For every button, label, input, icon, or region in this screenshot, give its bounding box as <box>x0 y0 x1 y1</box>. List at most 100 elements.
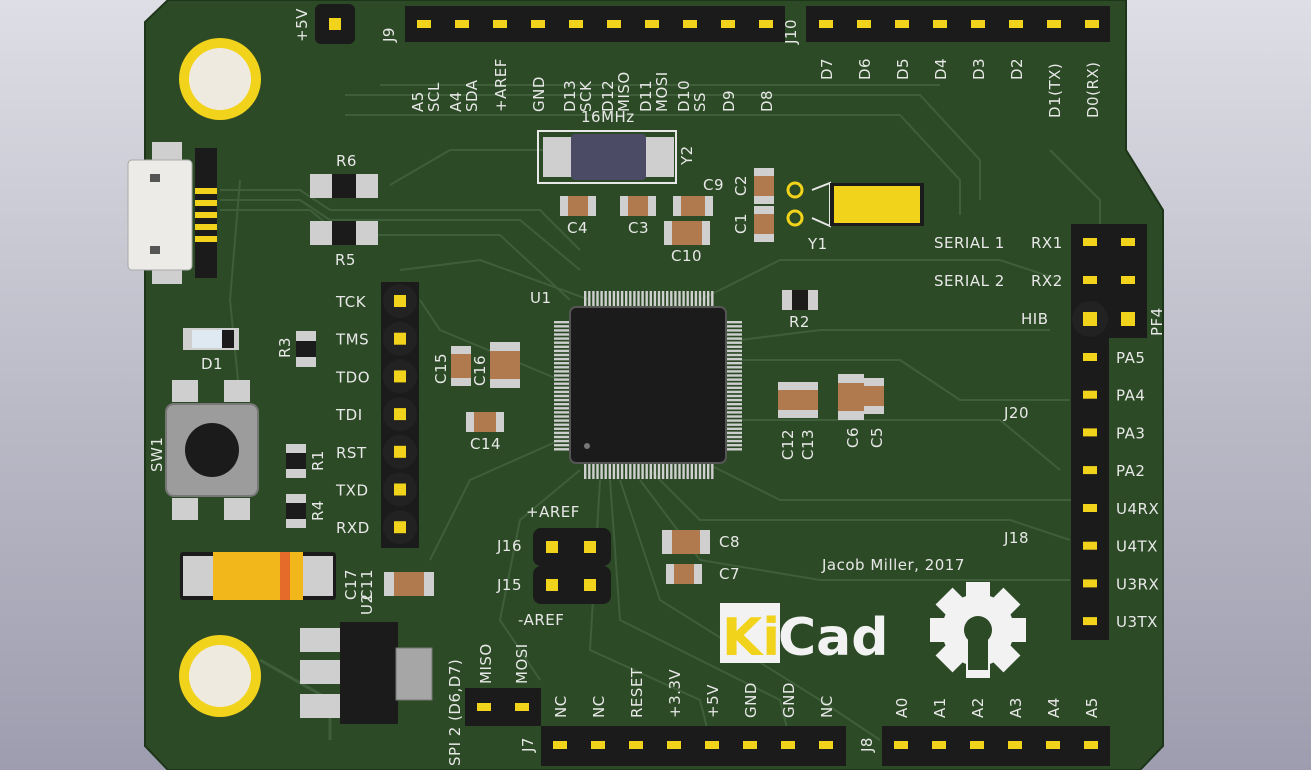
u1-pin <box>657 463 661 479</box>
header-pin <box>1047 20 1061 28</box>
pin <box>1083 276 1097 284</box>
u1-pin <box>604 463 607 479</box>
u1-pin <box>584 463 587 479</box>
j7-ref: J7 <box>519 737 537 753</box>
u1-pin <box>584 291 587 307</box>
j9-pin-label: SDA <box>463 79 481 112</box>
c2-ref: C2 <box>732 175 750 196</box>
header-pin <box>743 741 757 749</box>
j8-ref: J8 <box>858 737 876 753</box>
capacitor-c9 <box>673 196 713 216</box>
u1-pin <box>554 370 570 373</box>
u1-pin <box>554 349 570 353</box>
u1-pin <box>726 427 742 430</box>
j10-pin-label: D3 <box>970 58 988 80</box>
resistor-r4 <box>286 494 306 528</box>
u1-pin <box>711 463 714 479</box>
u1-pin <box>694 291 698 307</box>
kicad-ki: Ki <box>722 608 780 668</box>
u1-pin <box>641 291 644 307</box>
u1-pin <box>625 291 628 307</box>
j8-pin-label: A3 <box>1007 697 1025 718</box>
u1-pin <box>653 463 657 479</box>
jtag-pin-label: TCK <box>335 293 367 311</box>
j7-pin-label: GND <box>780 682 798 718</box>
u1-pin <box>554 378 570 381</box>
capacitor-c13 <box>798 382 818 418</box>
u1-pin <box>674 291 677 307</box>
kicad-cad: Cad <box>778 608 888 668</box>
usb-connector[interactable] <box>127 142 217 284</box>
jtag-pin-label: RXD <box>336 519 370 537</box>
j10-pin-label: D2 <box>1008 58 1026 80</box>
u1-pin <box>649 463 652 479</box>
header-pin <box>493 20 507 28</box>
u1-pin <box>554 390 570 394</box>
u1-pin <box>600 463 603 479</box>
j18-pin-label: U3RX <box>1116 575 1159 593</box>
jtag-pin-label: TMS <box>335 331 369 349</box>
power-5v-pin[interactable] <box>315 4 355 44</box>
u1-pin1-dot <box>584 443 590 449</box>
u1-pin <box>604 291 607 307</box>
u1-pin <box>554 403 570 406</box>
jtag-pin <box>394 521 406 534</box>
j20-pin <box>1083 428 1097 437</box>
u1-pin <box>726 407 742 410</box>
u1-pin <box>554 374 570 377</box>
j10-pin-label: D1(TX) <box>1046 63 1064 118</box>
serial-header[interactable] <box>1071 224 1147 300</box>
jumper-j16[interactable] <box>533 528 611 566</box>
j20-ref: J20 <box>1003 404 1029 422</box>
j8-header[interactable] <box>882 726 1110 766</box>
header-pin <box>933 20 947 28</box>
u1-pin <box>702 463 706 479</box>
u1-pin <box>678 463 681 479</box>
header-pin <box>629 741 643 749</box>
u1-pin <box>726 403 742 406</box>
pin <box>477 703 491 711</box>
kicad-logo: Ki Cad <box>720 603 888 668</box>
u1-pin <box>596 291 599 307</box>
u1-pin <box>726 439 742 443</box>
j7-pin-label: NC <box>590 695 608 718</box>
u1-pin <box>726 357 742 361</box>
j10-pin-label: D5 <box>894 58 912 80</box>
u1-pin <box>608 463 611 479</box>
led-d1 <box>183 328 239 350</box>
u2-ref: U2 <box>358 593 376 615</box>
jtag-pin <box>394 445 406 458</box>
c5-ref: C5 <box>868 427 886 448</box>
u1-pin <box>690 463 693 479</box>
jtag-pin <box>394 332 406 345</box>
jumper-j15[interactable] <box>533 566 611 604</box>
u1-pin <box>554 423 570 426</box>
serial2-label: SERIAL 2 <box>934 272 1005 290</box>
header-pin <box>970 741 984 749</box>
j7-header[interactable] <box>541 726 846 766</box>
j20-pin-label: PA2 <box>1116 462 1145 480</box>
u1-pin <box>645 291 648 307</box>
spi2-label: SPI 2 (D6,D7) <box>446 659 464 766</box>
r2-ref: R2 <box>789 313 810 331</box>
j18-pin <box>1083 504 1097 512</box>
u1-pin <box>726 366 742 369</box>
j10-header[interactable] <box>806 6 1110 42</box>
crystal-pad-right <box>644 137 674 177</box>
header-pin <box>759 20 773 28</box>
u1-pin <box>657 291 661 307</box>
header-pin <box>721 20 735 28</box>
j9-pin-label: SCL <box>425 82 443 112</box>
header-pin <box>569 20 583 28</box>
u1-pin <box>616 463 620 479</box>
j16-ref: J16 <box>496 537 522 555</box>
u1-pin <box>554 366 570 369</box>
spi2-header[interactable] <box>465 688 541 726</box>
jtag-pin-label: TDO <box>335 368 370 386</box>
header-pin <box>819 741 833 749</box>
u1-pin <box>698 463 702 479</box>
j18-pin-label: U4RX <box>1116 500 1159 518</box>
u1-pin <box>554 382 570 385</box>
u1-pin <box>726 419 742 422</box>
header-pin <box>645 20 659 28</box>
